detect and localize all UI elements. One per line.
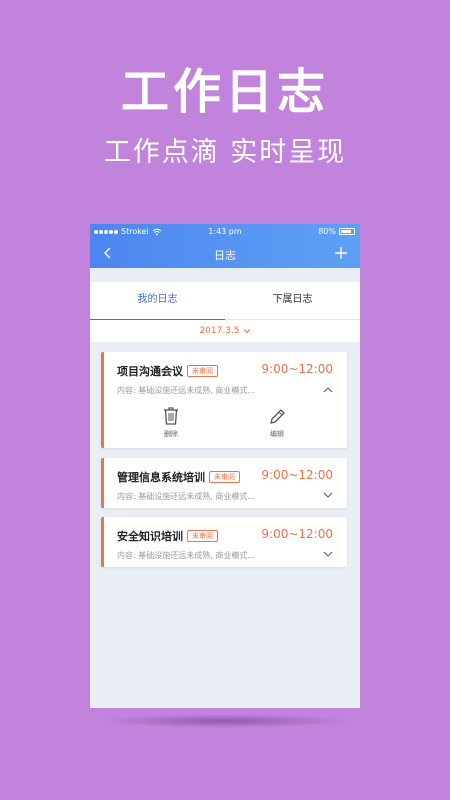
log-title: 项目沟通会议: [117, 365, 183, 378]
log-content: 内容: 基础设施还远未成熟, 商业模式...: [117, 551, 255, 560]
log-time: 9:00~12:00: [261, 362, 333, 376]
hero-subtitle: 工作点滴 实时呈现: [103, 137, 347, 168]
log-time: 9:00~12:00: [261, 468, 333, 482]
hero-title: 工作日志: [120, 64, 329, 120]
status-bar: Strokei 1:43 pm 80%: [90, 224, 360, 240]
log-time: 9:00~12:00: [261, 527, 333, 541]
date-filter[interactable]: 2017.3.5: [90, 320, 360, 342]
status-badge: 未审阅: [187, 530, 218, 542]
log-title: 管理信息系统培训: [117, 471, 205, 484]
pencil-icon: [270, 409, 285, 424]
log-card[interactable]: 管理信息系统培训 未审阅 9:00~12:00 内容: 基础设施还远未成熟, 商业…: [101, 458, 347, 508]
date-filter-value: 2017.3.5: [199, 326, 240, 336]
chevron-down-icon[interactable]: [323, 492, 333, 499]
battery-level: 80%: [318, 227, 336, 236]
log-content: 内容: 基础设施还远未成熟, 商业模式...: [117, 492, 255, 501]
log-card[interactable]: 项目沟通会议 未审阅 9:00~12:00 内容: 基础设施还远未成熟, 商业模式…: [101, 352, 347, 448]
plus-icon[interactable]: [334, 246, 348, 260]
status-badge: 未审阅: [209, 471, 240, 483]
delete-label: 删除: [164, 430, 178, 438]
tab-subordinate-logs[interactable]: 下属日志: [225, 282, 360, 320]
battery-icon: [339, 228, 355, 235]
app-header: Strokei 1:43 pm 80% 日志: [90, 224, 360, 268]
status-badge: 未审阅: [187, 365, 218, 377]
log-card[interactable]: 安全知识培训 未审阅 9:00~12:00 内容: 基础设施还远未成熟, 商业模式…: [101, 517, 347, 567]
log-content: 内容: 基础设施还远未成熟, 商业模式...: [117, 386, 255, 395]
phone-shadow: [100, 714, 350, 728]
chevron-down-icon: [243, 328, 250, 333]
page-title: 日志: [214, 249, 236, 262]
card-actions: 删除 编辑: [101, 406, 347, 448]
phone-screen: Strokei 1:43 pm 80% 日志 我的日志 下属日志 2017.3.…: [90, 224, 360, 708]
trash-icon: [164, 407, 178, 425]
tab-my-logs[interactable]: 我的日志: [90, 282, 225, 321]
edit-button[interactable]: 编辑: [257, 406, 297, 439]
tab-bar: 我的日志 下属日志: [90, 282, 360, 321]
nav-bar: 日志: [90, 242, 360, 266]
log-title: 安全知识培训: [117, 530, 183, 543]
delete-button[interactable]: 删除: [151, 406, 191, 439]
chevron-up-icon[interactable]: [323, 386, 333, 393]
edit-label: 编辑: [270, 430, 284, 438]
chevron-down-icon[interactable]: [323, 551, 333, 558]
